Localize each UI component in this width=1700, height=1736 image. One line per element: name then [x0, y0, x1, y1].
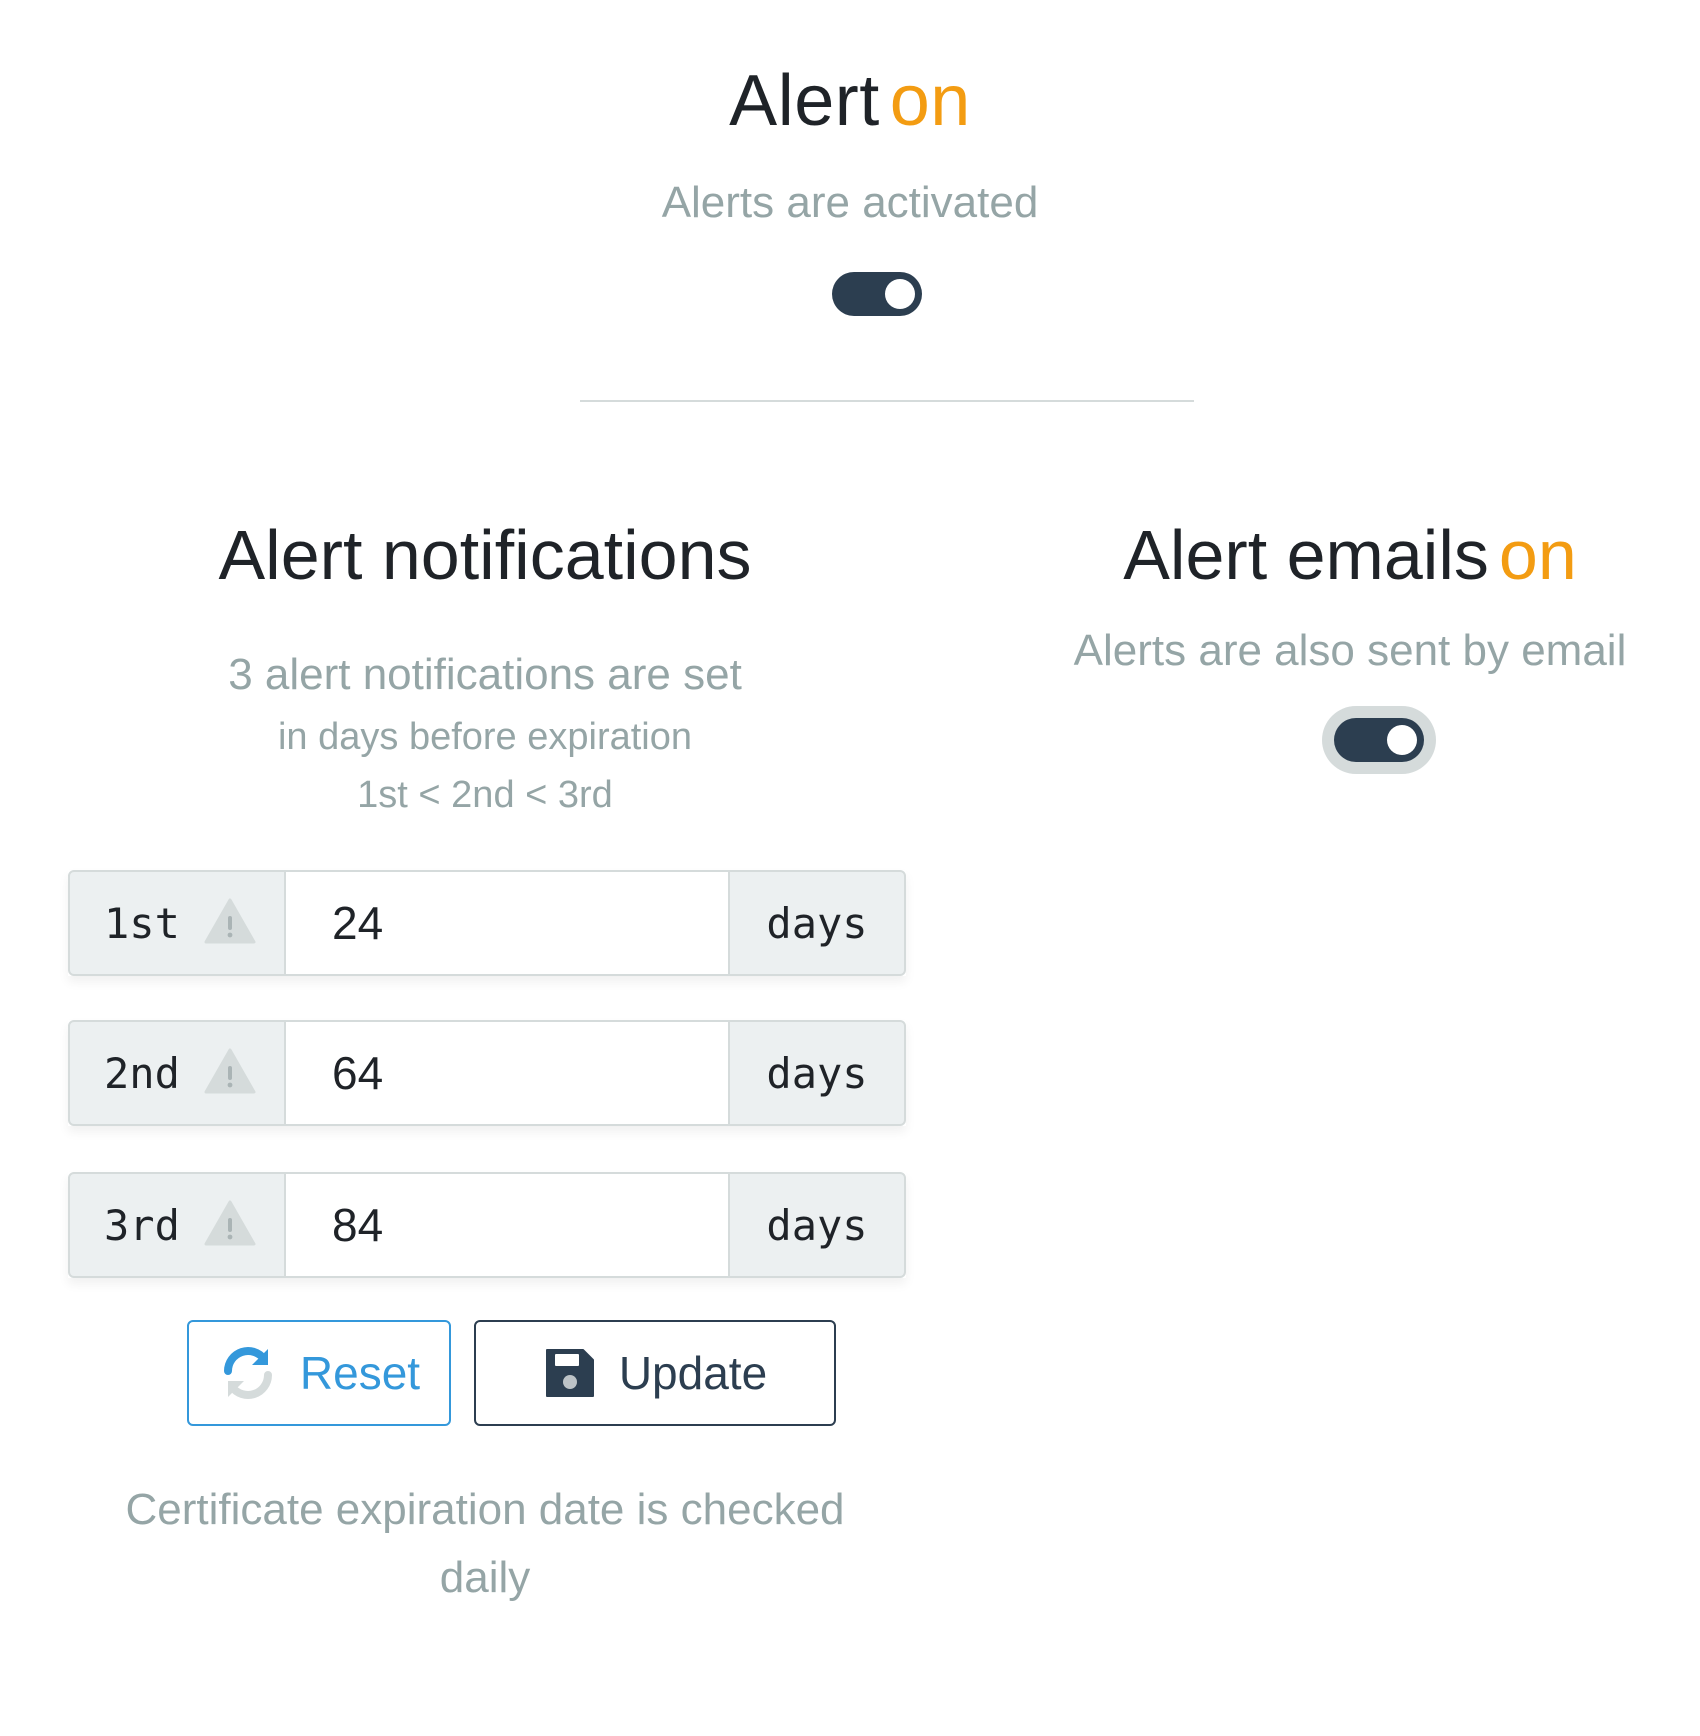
notification-row-label: 2nd: [104, 1048, 180, 1098]
emails-toggle-focus-ring: [1322, 706, 1436, 774]
notification-days-input[interactable]: 24: [286, 870, 728, 976]
notification-days-input[interactable]: 84: [286, 1172, 728, 1278]
warning-triangle-icon: [204, 898, 256, 954]
update-button-label: Update: [618, 1347, 768, 1399]
notifications-unit-text: in days before expiration: [277, 716, 693, 758]
notifications-order-text: 1st < 2nd < 3rd: [357, 774, 613, 816]
alert-title-text: Alert: [729, 61, 880, 141]
alert-subtitle: Alerts are activated: [661, 178, 1039, 227]
emails-toggle[interactable]: [1334, 718, 1424, 762]
reset-button[interactable]: Reset: [187, 1320, 451, 1426]
emails-subtitle: Alerts are also sent by email: [1073, 626, 1627, 675]
emails-state: on: [1498, 516, 1577, 594]
notification-row-prefix: 2nd: [68, 1020, 286, 1126]
notifications-title: Alert notifications: [218, 516, 752, 594]
emails-title: Alert emails on: [1000, 515, 1700, 595]
notification-row-1: 1st 24 days: [68, 870, 906, 976]
expiration-check-note: Certificate expiration date is checked d…: [125, 1485, 845, 1602]
notification-row-unit: days: [728, 1172, 906, 1278]
notification-row-prefix: 1st: [68, 870, 286, 976]
alert-title: Alert on: [0, 60, 1700, 142]
notification-row-unit: days: [728, 870, 906, 976]
warning-triangle-icon: [204, 1200, 256, 1256]
notification-row-label: 1st: [104, 898, 180, 948]
notification-row-prefix: 3rd: [68, 1172, 286, 1278]
alert-state: on: [889, 61, 971, 141]
update-button[interactable]: Update: [474, 1320, 836, 1426]
warning-triangle-icon: [204, 1048, 256, 1104]
notifications-count-text: 3 alert notifications are set: [228, 650, 742, 699]
notification-days-input[interactable]: 64: [286, 1020, 728, 1126]
notification-row-3: 3rd 84 days: [68, 1172, 906, 1278]
alert-settings-page: Alert on Alerts are activated Alert notif…: [0, 0, 1700, 1736]
alert-toggle[interactable]: [832, 272, 922, 316]
notification-row-2: 2nd 64 days: [68, 1020, 906, 1126]
refresh-icon: [218, 1343, 278, 1403]
alert-toggle-knob: [885, 279, 915, 309]
notification-row-label: 3rd: [104, 1200, 180, 1250]
emails-title-text: Alert emails: [1123, 516, 1489, 594]
notification-row-unit: days: [728, 1020, 906, 1126]
emails-toggle-knob: [1387, 725, 1417, 755]
section-divider: [580, 400, 1194, 402]
floppy-disk-icon: [543, 1346, 597, 1400]
reset-button-label: Reset: [299, 1347, 421, 1399]
